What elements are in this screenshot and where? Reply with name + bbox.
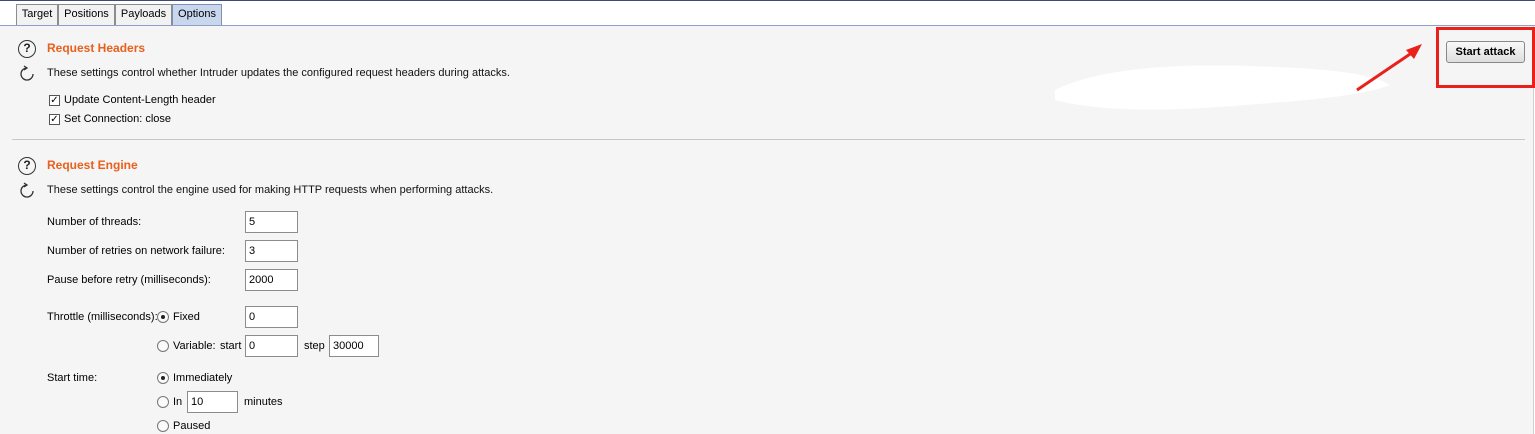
pause-input[interactable]: [245, 269, 298, 291]
fixed-label: Fixed: [173, 311, 200, 323]
help-icon[interactable]: ?: [18, 40, 36, 58]
annotation-highlight-box: [1436, 27, 1535, 88]
section-description: These settings control the engine used f…: [47, 184, 494, 196]
start-paused-radio[interactable]: [157, 420, 169, 432]
tab-label: Options: [178, 8, 216, 20]
annotation-arrow: [1356, 44, 1422, 92]
throttle-start-input[interactable]: [245, 335, 298, 357]
throttle-variable-radio[interactable]: [157, 340, 169, 352]
threads-input[interactable]: [245, 211, 298, 233]
checkbox-label: Set Connection: close: [64, 113, 172, 125]
tab-bar: Target Positions Payloads Options: [0, 0, 1535, 26]
refresh-icon[interactable]: [18, 65, 36, 83]
variable-label: Variable:: [173, 340, 216, 352]
section-description: These settings control whether Intruder …: [47, 67, 510, 79]
set-connection-close-checkbox[interactable]: ✓: [49, 114, 60, 125]
tab-positions[interactable]: Positions: [58, 4, 115, 25]
tab-options[interactable]: Options: [172, 4, 222, 25]
section-divider: [12, 139, 1525, 140]
step-label: step: [304, 340, 325, 352]
retries-label: Number of retries on network failure:: [47, 245, 225, 257]
section-title-request-engine: Request Engine: [47, 158, 138, 172]
paused-label: Paused: [173, 420, 211, 432]
pause-label: Pause before retry (milliseconds):: [47, 274, 211, 286]
tab-label: Positions: [64, 8, 109, 20]
threads-label: Number of threads:: [47, 216, 142, 228]
throttle-fixed-radio[interactable]: [157, 311, 169, 323]
refresh-icon[interactable]: [18, 182, 36, 200]
retries-input[interactable]: [245, 240, 298, 262]
immediately-label: Immediately: [173, 372, 233, 384]
window-top-border: [0, 0, 1535, 1]
start-in-radio[interactable]: [157, 396, 169, 408]
tab-payloads[interactable]: Payloads: [115, 4, 172, 25]
start-time-label: Start time:: [47, 372, 98, 384]
throttle-label: Throttle (milliseconds):: [47, 311, 158, 323]
tab-label: Target: [21, 8, 53, 20]
throttle-fixed-input[interactable]: [245, 306, 298, 328]
in-label: In: [173, 396, 183, 408]
redaction-smudge: [1055, 65, 1390, 110]
throttle-step-input[interactable]: [329, 335, 379, 357]
checkbox-label: Update Content-Length header: [64, 94, 216, 106]
start-immediately-radio[interactable]: [157, 372, 169, 384]
help-icon[interactable]: ?: [18, 157, 36, 175]
update-content-length-checkbox[interactable]: ✓: [49, 95, 60, 106]
minutes-label: minutes: [244, 396, 283, 408]
start-label: start: [220, 340, 242, 352]
start-in-minutes-input[interactable]: [187, 391, 238, 413]
section-title-request-headers: Request Headers: [47, 41, 146, 55]
tab-label: Payloads: [120, 8, 167, 20]
tab-target[interactable]: Target: [16, 4, 58, 25]
